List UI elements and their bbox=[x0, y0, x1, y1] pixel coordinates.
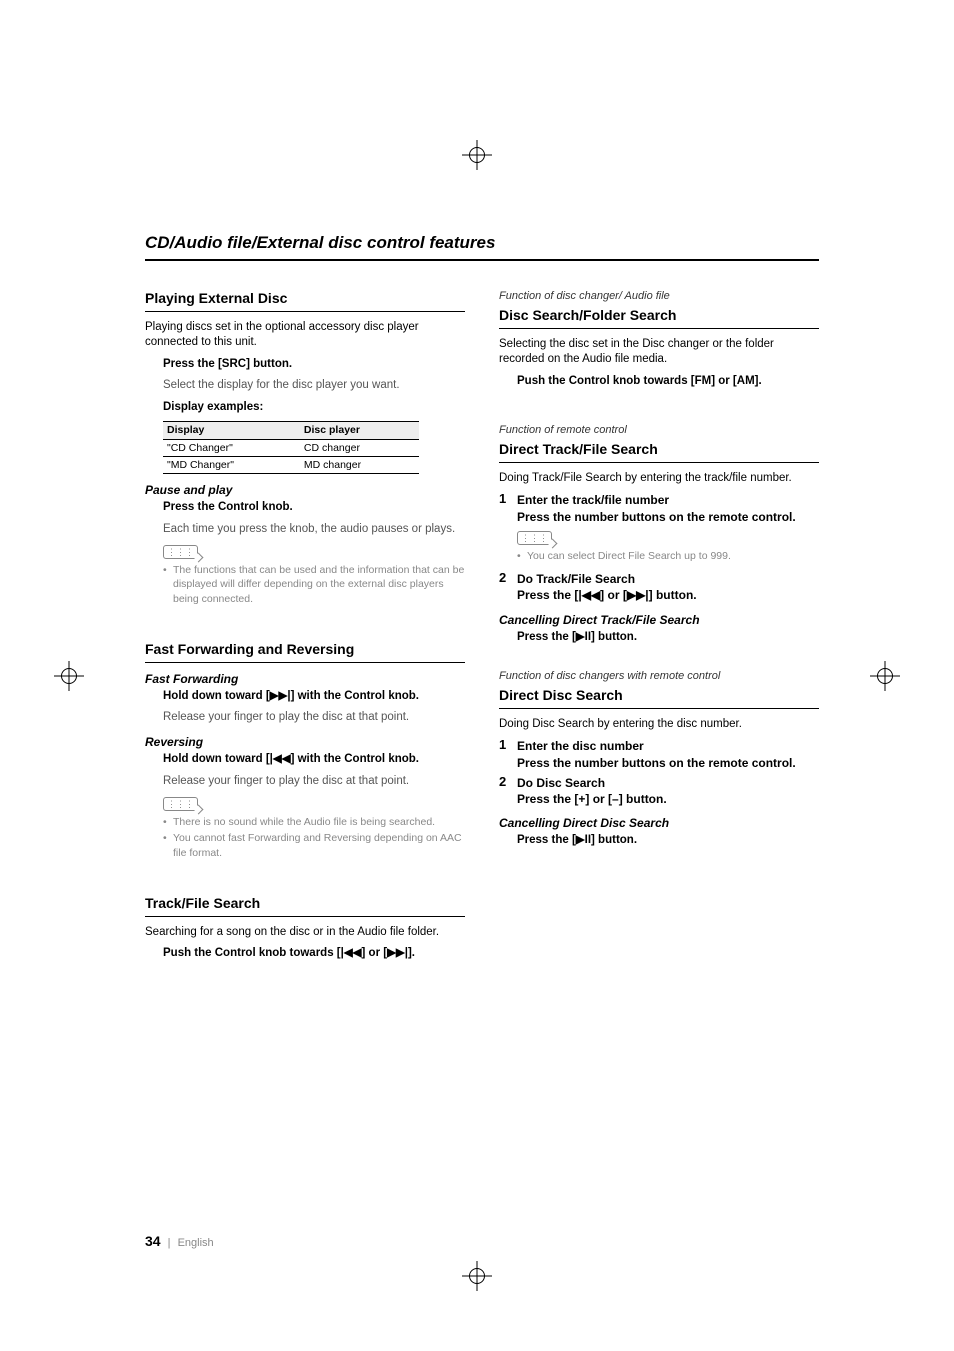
step-body-text: Press the number buttons on the remote c… bbox=[517, 755, 819, 771]
note-list: The functions that can be used and the i… bbox=[163, 563, 465, 606]
step-number: 1 bbox=[499, 738, 511, 770]
table-cell: MD changer bbox=[300, 456, 419, 473]
note-list: There is no sound while the Audio file i… bbox=[163, 815, 465, 860]
page-footer: 34 | English bbox=[145, 1232, 214, 1251]
sub-heading-pause-and-play: Pause and play bbox=[145, 482, 465, 498]
left-column: Playing External Disc Playing discs set … bbox=[145, 289, 465, 968]
sub-heading-reversing: Reversing bbox=[145, 734, 465, 750]
step-number: 2 bbox=[499, 775, 511, 807]
note-icon: ⋮⋮⋮ bbox=[517, 531, 552, 545]
right-column: Function of disc changer/ Audio file Dis… bbox=[499, 289, 819, 968]
table-header-disc-player: Disc player bbox=[300, 422, 419, 439]
section-playing-external-disc: Playing External Disc bbox=[145, 289, 465, 312]
step-2: 2 Do Track/File Search Press the [|◀◀] o… bbox=[499, 571, 819, 603]
step-head: Enter the disc number bbox=[517, 738, 819, 754]
display-examples-table: Display Disc player "CD Changer" CD chan… bbox=[163, 421, 419, 474]
pause-play-body: Each time you press the knob, the audio … bbox=[163, 522, 465, 538]
step-head: Enter the track/file number bbox=[517, 492, 819, 508]
instruction-press-play-pause: Press the [▶II] button. bbox=[517, 833, 819, 849]
table-header-display: Display bbox=[163, 422, 300, 439]
registration-mark-top bbox=[462, 140, 492, 170]
instruction-press-src: Press the [SRC] button. bbox=[163, 357, 465, 373]
section-disc-folder-search: Disc Search/Folder Search bbox=[499, 306, 819, 329]
footer-language: English bbox=[178, 1237, 214, 1249]
note-item: You cannot fast Forwarding and Reversing… bbox=[163, 831, 465, 859]
step-1: 1 Enter the disc number Press the number… bbox=[499, 738, 819, 770]
note-item: You can select Direct File Search up to … bbox=[517, 549, 819, 563]
page-number: 34 bbox=[145, 1233, 161, 1249]
registration-mark-bottom bbox=[462, 1261, 492, 1291]
intro-text: Doing Track/File Search by entering the … bbox=[499, 471, 819, 487]
section-track-file-search: Track/File Search bbox=[145, 894, 465, 917]
instruction-push-control-knob: Push the Control knob towards [|◀◀] or [… bbox=[163, 946, 465, 962]
instruction-press-control-knob: Press the Control knob. bbox=[163, 500, 465, 516]
note-item: There is no sound while the Audio file i… bbox=[163, 815, 465, 829]
registration-mark-left bbox=[54, 661, 84, 691]
section-title: Direct Track/File Search bbox=[499, 441, 658, 457]
section-title: Direct Disc Search bbox=[499, 687, 623, 703]
step-2: 2 Do Disc Search Press the [+] or [–] bu… bbox=[499, 775, 819, 807]
step-body-text: Press the [+] or [–] button. bbox=[517, 791, 819, 807]
intro-text: Selecting the disc set in the Disc chang… bbox=[499, 337, 819, 368]
section-title: Fast Forwarding and Reversing bbox=[145, 641, 354, 657]
ff-release-text: Release your finger to play the disc at … bbox=[163, 710, 465, 726]
footer-separator: | bbox=[168, 1237, 171, 1249]
rev-release-text: Release your finger to play the disc at … bbox=[163, 774, 465, 790]
note-list: You can select Direct File Search up to … bbox=[517, 549, 819, 563]
page-title: CD/Audio file/External disc control feat… bbox=[145, 232, 819, 261]
step-number: 2 bbox=[499, 571, 511, 603]
instruction-push-fm-am: Push the Control knob towards [FM] or [A… bbox=[517, 374, 819, 390]
context-line: Function of disc changers with remote co… bbox=[499, 669, 819, 684]
context-line: Function of remote control bbox=[499, 423, 819, 438]
display-examples-label: Display examples: bbox=[163, 400, 465, 416]
intro-text: Searching for a song on the disc or in t… bbox=[145, 925, 465, 941]
sub-heading-fast-forwarding: Fast Forwarding bbox=[145, 671, 465, 687]
step-head: Do Disc Search bbox=[517, 775, 819, 791]
table-cell: "MD Changer" bbox=[163, 456, 300, 473]
step-1: 1 Enter the track/file number Press the … bbox=[499, 492, 819, 524]
context-line: Function of disc changer/ Audio file bbox=[499, 289, 819, 304]
table-cell: "CD Changer" bbox=[163, 439, 300, 456]
note-icon: ⋮⋮⋮ bbox=[163, 797, 198, 811]
intro-text: Playing discs set in the optional access… bbox=[145, 320, 465, 351]
section-direct-disc-search: Direct Disc Search bbox=[499, 686, 819, 709]
step-body-text: Press the [|◀◀] or [▶▶|] button. bbox=[517, 587, 819, 603]
registration-mark-right bbox=[870, 661, 900, 691]
note-icon: ⋮⋮⋮ bbox=[163, 545, 198, 559]
table-cell: CD changer bbox=[300, 439, 419, 456]
sub-heading-cancel-track-file: Cancelling Direct Track/File Search bbox=[499, 612, 819, 628]
step-number: 1 bbox=[499, 492, 511, 524]
section-direct-track-file-search: Direct Track/File Search bbox=[499, 440, 819, 463]
note-item: The functions that can be used and the i… bbox=[163, 563, 465, 606]
section-title: Playing External Disc bbox=[145, 290, 287, 306]
step-head: Do Track/File Search bbox=[517, 571, 819, 587]
instruction-press-play-pause: Press the [▶II] button. bbox=[517, 630, 819, 646]
instruction-select-display: Select the display for the disc player y… bbox=[163, 378, 465, 394]
section-title: Track/File Search bbox=[145, 895, 260, 911]
section-fast-forwarding-reversing: Fast Forwarding and Reversing bbox=[145, 640, 465, 663]
step-body-text: Press the number buttons on the remote c… bbox=[517, 509, 819, 525]
intro-text: Doing Disc Search by entering the disc n… bbox=[499, 717, 819, 733]
instruction-hold-ff: Hold down toward [▶▶|] with the Control … bbox=[163, 689, 465, 705]
sub-heading-cancel-disc: Cancelling Direct Disc Search bbox=[499, 815, 819, 831]
instruction-hold-rev: Hold down toward [|◀◀] with the Control … bbox=[163, 752, 465, 768]
section-title: Disc Search/Folder Search bbox=[499, 307, 676, 323]
